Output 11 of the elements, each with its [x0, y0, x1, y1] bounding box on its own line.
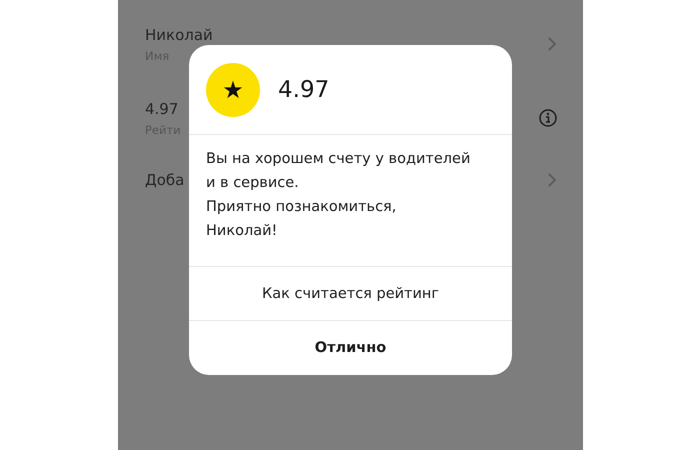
rating-value: 4.97 [278, 76, 330, 102]
row-title: Николай [145, 24, 213, 44]
rating-info-button[interactable]: Как считается рейтинг [189, 266, 512, 320]
ok-button[interactable]: Отлично [189, 320, 512, 375]
star-badge: ★ [206, 62, 260, 116]
row-title: 4.97 [145, 98, 180, 118]
info-icon[interactable] [539, 109, 557, 127]
chevron-right-icon[interactable] [547, 172, 557, 188]
chevron-right-icon[interactable] [547, 36, 557, 52]
dialog-message: Вы на хорошем счету у водителей и в сервисе. Приятно познакомиться, Николай! [205, 150, 472, 241]
row-title: Доба [145, 170, 184, 190]
